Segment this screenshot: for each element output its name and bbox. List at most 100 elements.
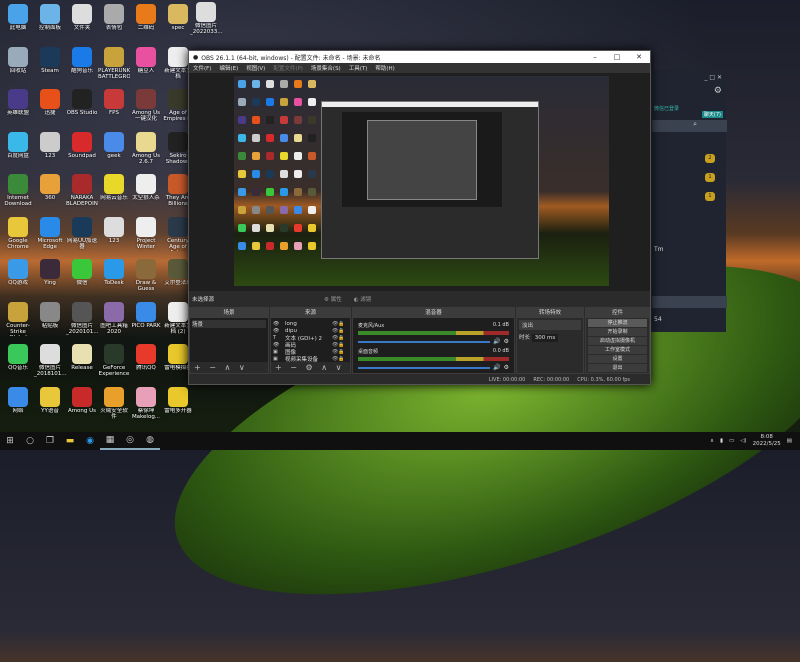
desktop-icon[interactable]: Among Us bbox=[66, 386, 98, 429]
visibility-lock-icons[interactable]: 👁🔒 bbox=[332, 356, 348, 362]
search-icon[interactable]: ○ bbox=[20, 432, 40, 450]
desktop-icon[interactable]: 蔡徐坤 Makelog... bbox=[130, 386, 162, 429]
desktop-icon[interactable]: 二维码 bbox=[130, 4, 162, 46]
menu-item[interactable]: 帮助(H) bbox=[375, 64, 394, 72]
speaker-icon[interactable]: 🔊 bbox=[493, 364, 500, 371]
desktop-icon[interactable]: 糖豆人 bbox=[130, 46, 162, 89]
volume-slider[interactable] bbox=[358, 366, 491, 369]
gear-icon[interactable]: ⚙ bbox=[714, 86, 722, 96]
menu-item[interactable]: 工具(T) bbox=[349, 64, 368, 72]
chevron-up-icon[interactable]: ∧ bbox=[710, 438, 714, 444]
edge-icon[interactable]: ◉ bbox=[80, 432, 100, 450]
desktop-icon[interactable]: 文件夹 bbox=[66, 4, 98, 46]
desktop-icon[interactable]: Among Us 2.6.7 bbox=[130, 131, 162, 174]
desktop-icon[interactable]: Microsoft Edge bbox=[34, 216, 66, 259]
visibility-lock-icons[interactable]: 👁🔒 bbox=[332, 342, 348, 348]
source-item[interactable]: 👁 long 👁🔒 bbox=[273, 320, 348, 327]
desktop-icon[interactable]: 此电脑 bbox=[2, 4, 34, 46]
desktop-icon[interactable]: 粘贴板 bbox=[34, 301, 66, 344]
desktop-icon[interactable]: 微信图片_2022033... bbox=[190, 2, 222, 44]
visibility-lock-icons[interactable]: 👁🔒 bbox=[332, 328, 348, 334]
menu-item[interactable]: 文件(F) bbox=[193, 64, 211, 72]
task-view-icon[interactable]: ❐ bbox=[40, 432, 60, 450]
control-button[interactable]: 停止推流 bbox=[588, 319, 647, 327]
window-controls[interactable]: _ □ ✕ bbox=[704, 74, 722, 81]
desktop-icon[interactable]: Counter-Strike Global Off... bbox=[2, 301, 34, 344]
desktop-icon[interactable]: Google Chrome bbox=[2, 216, 34, 259]
chat-button[interactable]: 聊天(7) bbox=[701, 111, 723, 118]
desktop-icon[interactable]: ToDesk bbox=[98, 259, 130, 301]
scene-toolbar[interactable]: + − ∧ ∨ bbox=[190, 362, 268, 373]
visibility-lock-icons[interactable]: 👁🔒 bbox=[332, 349, 348, 355]
desktop-icon[interactable]: QQ音乐 bbox=[2, 344, 34, 386]
desktop-icon[interactable]: 腾讯QQ bbox=[130, 344, 162, 386]
list-item[interactable]: 54 bbox=[654, 316, 662, 323]
menu-item[interactable]: 编辑(E) bbox=[219, 64, 238, 72]
desktop-icon[interactable]: Ying bbox=[34, 259, 66, 301]
desktop-icon[interactable]: YY语音 bbox=[34, 386, 66, 429]
desktop-icon[interactable]: 百度网盘 bbox=[2, 131, 34, 174]
desktop-icon[interactable]: FPS bbox=[98, 89, 130, 131]
speaker-icon[interactable]: 🔊 bbox=[493, 338, 500, 345]
desktop-icon[interactable]: 太空狼人杀 bbox=[130, 174, 162, 216]
source-toolbar[interactable]: + − ⚙ ∧ ∨ bbox=[271, 362, 350, 373]
menu-item[interactable]: 场景集合(S) bbox=[311, 64, 341, 72]
desktop-icon[interactable]: 迅捷 bbox=[34, 89, 66, 131]
scene-item[interactable]: 场景 bbox=[192, 320, 266, 328]
source-item[interactable]: ▣ 视频采集设备 👁🔒 bbox=[273, 355, 348, 363]
volume-icon[interactable]: ◁) bbox=[740, 438, 746, 444]
desktop-icon[interactable]: QQ游戏 bbox=[2, 259, 34, 301]
search-icon[interactable]: ⌕ bbox=[693, 120, 697, 129]
input-bar[interactable] bbox=[652, 296, 727, 308]
desktop-icon[interactable]: 网易云音乐 bbox=[98, 174, 130, 216]
desktop-icon[interactable]: 123 bbox=[34, 131, 66, 174]
visibility-lock-icons[interactable]: 👁🔒 bbox=[332, 335, 348, 341]
title-bar[interactable]: ● OBS 26.1.1 (64-bit, windows) - 配置文件: 未… bbox=[189, 51, 650, 63]
desktop-icon[interactable]: 微信图片_2020101... bbox=[66, 301, 98, 344]
volume-slider[interactable] bbox=[358, 340, 491, 343]
desktop-icon[interactable]: 图吧工具箱 2020 bbox=[98, 301, 130, 344]
desktop-icon[interactable]: 表情包 bbox=[98, 4, 130, 46]
desktop-icon[interactable]: 酷狗音乐 bbox=[66, 46, 98, 89]
file-explorer-icon[interactable]: ▬ bbox=[60, 432, 80, 450]
visibility-lock-icons[interactable]: 👁🔒 bbox=[332, 321, 348, 327]
obs-icon[interactable]: ◍ bbox=[140, 432, 160, 450]
clock[interactable]: 8:08 2022/5/25 bbox=[753, 434, 781, 448]
start-button[interactable]: ⊞ bbox=[0, 432, 20, 450]
desktop-icon[interactable]: 微信 bbox=[66, 259, 98, 301]
desktop-icon[interactable]: 回收站 bbox=[2, 46, 34, 89]
desktop-icon[interactable]: geek bbox=[98, 131, 130, 174]
list-item[interactable]: Tm bbox=[654, 246, 664, 253]
app-icon[interactable]: ▦ bbox=[100, 432, 120, 450]
desktop-icon[interactable]: PLAYERUNKNOWN'S BATTLEGROUNDS bbox=[98, 46, 130, 89]
desktop-icon[interactable]: 360 bbox=[34, 174, 66, 216]
desktop-icon[interactable]: Steam bbox=[34, 46, 66, 89]
control-button[interactable]: 启动虚拟摄像机 bbox=[588, 337, 647, 345]
desktop-icon[interactable]: Internet Download bbox=[2, 174, 34, 216]
notification-icon[interactable]: ▤ bbox=[787, 438, 792, 444]
desktop-icon[interactable]: 微信图片_2018101... bbox=[34, 344, 66, 386]
minimize-button[interactable]: – bbox=[584, 53, 606, 61]
gear-icon[interactable]: ⚙ bbox=[504, 338, 509, 345]
desktop-icon[interactable]: GeForce Experience bbox=[98, 344, 130, 386]
menu-item[interactable]: 配置文件(P) bbox=[273, 64, 303, 72]
desktop-icon[interactable]: Soundpad bbox=[66, 131, 98, 174]
transition-select[interactable]: 淡出 bbox=[519, 320, 581, 330]
gear-icon[interactable]: ⚙ bbox=[504, 364, 509, 371]
desktop-icon[interactable]: PICO PARK bbox=[130, 301, 162, 344]
desktop-icon[interactable]: 网络 bbox=[2, 386, 34, 429]
desktop-icon[interactable]: Project Winter bbox=[130, 216, 162, 259]
close-button[interactable]: ✕ bbox=[628, 53, 650, 61]
desktop-icon[interactable]: 控制面板 bbox=[34, 4, 66, 46]
microphone-icon[interactable]: ▮ bbox=[720, 438, 723, 444]
search-bar[interactable]: ⌕ bbox=[652, 120, 727, 132]
desktop-icon[interactable]: Among Us 一键汉化 bbox=[130, 89, 162, 131]
desktop-icon[interactable]: 英雄联盟 bbox=[2, 89, 34, 131]
menu-item[interactable]: 视图(V) bbox=[246, 64, 265, 72]
duration-input[interactable]: 300 ms bbox=[531, 334, 559, 342]
maximize-button[interactable]: □ bbox=[606, 53, 628, 61]
control-button[interactable]: 开始录制 bbox=[588, 328, 647, 336]
control-button[interactable]: 设置 bbox=[588, 355, 647, 363]
network-icon[interactable]: ▭ bbox=[729, 438, 734, 444]
desktop-icon[interactable]: OBS Studio bbox=[66, 89, 98, 131]
